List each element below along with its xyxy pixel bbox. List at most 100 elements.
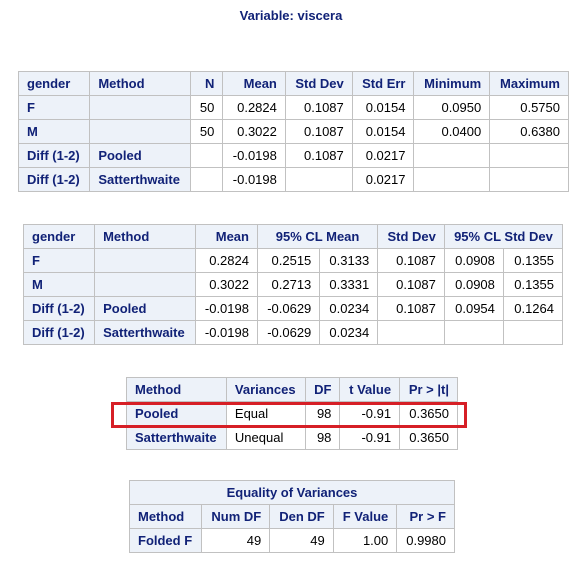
col-header-maximum: Maximum xyxy=(489,71,569,96)
cell-std-err: 0.0217 xyxy=(351,167,415,192)
cell-maximum: 0.6380 xyxy=(489,119,569,144)
row-label-method: Pooled xyxy=(126,401,227,426)
cell-df: 98 xyxy=(304,425,341,450)
ttest-table: Method Variances DF t Value Pr > |t| Poo… xyxy=(126,377,458,450)
cell-std-dev: 0.1087 xyxy=(284,95,353,120)
row-label-method: Folded F xyxy=(128,528,203,553)
cell-cl-mean-lower: 0.2713 xyxy=(256,272,321,297)
table-header-row: gender Method N Mean Std Dev Std Err Min… xyxy=(17,71,569,96)
table-row: F 50 0.2824 0.1087 0.0154 0.0950 0.5750 xyxy=(17,95,569,120)
cell-std-dev xyxy=(377,320,445,345)
row-label-method xyxy=(94,248,196,273)
cell-std-dev: 0.1087 xyxy=(377,296,445,321)
cell-mean: -0.0198 xyxy=(194,320,258,345)
cell-std-dev: 0.1087 xyxy=(284,119,353,144)
row-label-method: Satterthwaite xyxy=(94,320,196,345)
cell-std-err: 0.0217 xyxy=(351,143,415,168)
cell-cl-mean-lower: -0.0629 xyxy=(256,320,321,345)
col-header-method: Method xyxy=(89,71,192,96)
cell-cl-std-upper: 0.1355 xyxy=(502,272,564,297)
table-row: Folded F 49 49 1.00 0.9980 xyxy=(128,528,455,553)
cell-cl-mean-lower: -0.0629 xyxy=(256,296,321,321)
col-header-t-value: t Value xyxy=(339,377,401,402)
table-header-row: Method Variances DF t Value Pr > |t| xyxy=(126,377,458,402)
row-label-method xyxy=(89,119,192,144)
table-header-row: Method Num DF Den DF F Value Pr > F xyxy=(128,504,455,529)
row-label-gender: F xyxy=(22,248,96,273)
table-row: F 0.2824 0.2515 0.3133 0.1087 0.0908 0.1… xyxy=(22,248,564,273)
cell-n xyxy=(190,167,224,192)
col-header-cl-mean: 95% CL Mean xyxy=(256,224,379,249)
cell-cl-mean-upper: 0.3133 xyxy=(319,248,379,273)
cell-std-dev: 0.1087 xyxy=(377,248,445,273)
cell-cl-std-lower: 0.0954 xyxy=(443,296,504,321)
cell-std-err: 0.0154 xyxy=(351,119,415,144)
table-row: M 0.3022 0.2713 0.3331 0.1087 0.0908 0.1… xyxy=(22,272,564,297)
confidence-limits-table: gender Method Mean 95% CL Mean Std Dev 9… xyxy=(22,224,564,345)
row-label-gender: Diff (1-2) xyxy=(17,167,91,192)
cell-mean: 0.3022 xyxy=(194,272,258,297)
col-header-gender: gender xyxy=(22,224,96,249)
table-row: Diff (1-2) Pooled -0.0198 -0.0629 0.0234… xyxy=(22,296,564,321)
cell-n: 50 xyxy=(190,119,224,144)
col-header-cl-std-dev: 95% CL Std Dev xyxy=(443,224,564,249)
col-header-pr-t: Pr > |t| xyxy=(399,377,458,402)
row-label-gender: Diff (1-2) xyxy=(17,143,91,168)
row-label-gender: Diff (1-2) xyxy=(22,296,96,321)
cell-mean: 0.2824 xyxy=(194,248,258,273)
cell-f-value: 1.00 xyxy=(332,528,398,553)
cell-minimum xyxy=(413,167,491,192)
row-label-gender: M xyxy=(22,272,96,297)
cell-pr-t: 0.3650 xyxy=(399,401,458,426)
table-row: Diff (1-2) Satterthwaite -0.0198 -0.0629… xyxy=(22,320,564,345)
statistics-table: gender Method N Mean Std Dev Std Err Min… xyxy=(17,71,569,192)
cell-minimum: 0.0400 xyxy=(413,119,491,144)
cell-cl-std-upper: 0.1355 xyxy=(502,248,564,273)
cell-mean: 0.3022 xyxy=(222,119,286,144)
cell-cl-mean-upper: 0.0234 xyxy=(319,320,379,345)
row-label-gender: M xyxy=(17,119,91,144)
col-header-std-dev: Std Dev xyxy=(377,224,445,249)
col-header-den-df: Den DF xyxy=(269,504,334,529)
cell-t-value: -0.91 xyxy=(339,401,401,426)
cell-cl-mean-lower: 0.2515 xyxy=(256,248,321,273)
cell-num-df: 49 xyxy=(201,528,271,553)
col-header-method: Method xyxy=(94,224,196,249)
row-label-method: Pooled xyxy=(89,143,192,168)
cell-cl-std-upper: 0.1264 xyxy=(502,296,564,321)
cell-cl-std-lower xyxy=(443,320,504,345)
table-caption: Equality of Variances xyxy=(129,480,455,505)
cell-mean: -0.0198 xyxy=(222,143,286,168)
cell-variances: Equal xyxy=(225,401,306,426)
cell-minimum: 0.0950 xyxy=(413,95,491,120)
row-label-gender: F xyxy=(17,95,91,120)
row-label-method xyxy=(89,95,192,120)
col-header-method: Method xyxy=(128,504,203,529)
cell-std-dev: 0.1087 xyxy=(284,143,353,168)
col-header-std-dev: Std Dev xyxy=(284,71,353,96)
col-header-f-value: F Value xyxy=(332,504,398,529)
cell-maximum: 0.5750 xyxy=(489,95,569,120)
cell-maximum xyxy=(489,143,569,168)
cell-mean: -0.0198 xyxy=(194,296,258,321)
col-header-pr-f: Pr > F xyxy=(396,504,455,529)
cell-std-dev: 0.1087 xyxy=(377,272,445,297)
table-row: M 50 0.3022 0.1087 0.0154 0.0400 0.6380 xyxy=(17,119,569,144)
table-row: Diff (1-2) Pooled -0.0198 0.1087 0.0217 xyxy=(17,143,569,168)
equality-of-variances-table: Equality of Variances Method Num DF Den … xyxy=(128,480,455,553)
row-label-gender: Diff (1-2) xyxy=(22,320,96,345)
col-header-method: Method xyxy=(126,377,227,402)
cell-pr-t: 0.3650 xyxy=(399,425,458,450)
cell-den-df: 49 xyxy=(269,528,334,553)
col-header-n: N xyxy=(190,71,224,96)
row-label-method: Pooled xyxy=(94,296,196,321)
row-label-method xyxy=(94,272,196,297)
cell-maximum xyxy=(489,167,569,192)
col-header-mean: Mean xyxy=(194,224,258,249)
col-header-df: DF xyxy=(304,377,341,402)
col-header-mean: Mean xyxy=(222,71,286,96)
table-row-satterthwaite: Satterthwaite Unequal 98 -0.91 0.3650 xyxy=(126,425,458,450)
cell-cl-mean-upper: 0.0234 xyxy=(319,296,379,321)
cell-cl-mean-upper: 0.3331 xyxy=(319,272,379,297)
cell-cl-std-upper xyxy=(502,320,564,345)
